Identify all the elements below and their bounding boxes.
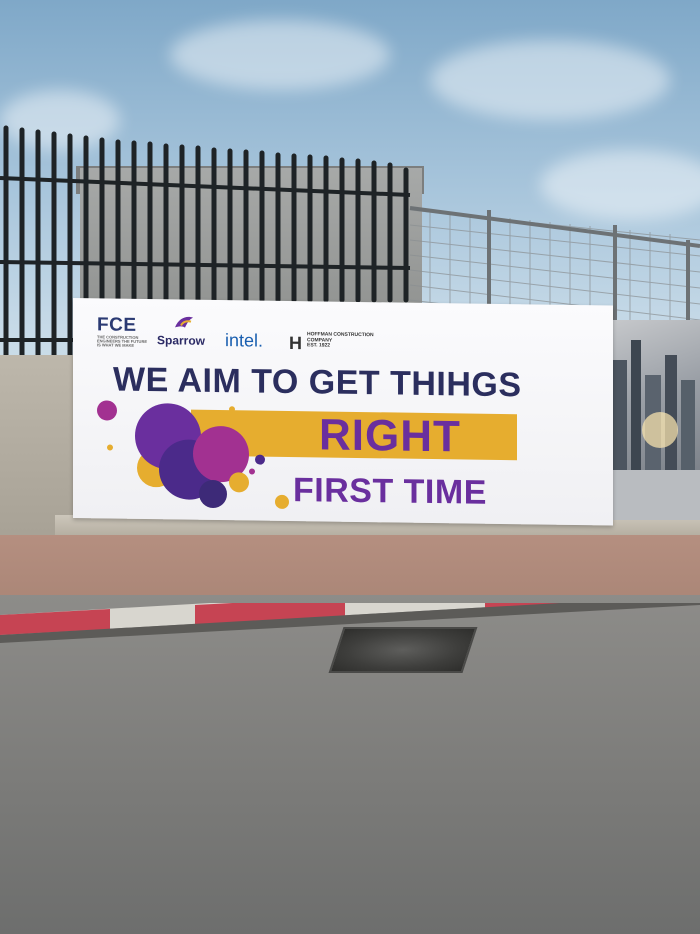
photo-scene: FCE THE CONSTRUCTION ENGINEERS THE FUTUR… (0, 0, 700, 934)
manhole-cover (328, 627, 478, 673)
construction-banner: FCE THE CONSTRUCTION ENGINEERS THE FUTUR… (73, 298, 613, 526)
sparrow-bird-icon (175, 316, 193, 328)
decor-circle (275, 494, 289, 510)
decor-circle (97, 400, 117, 421)
banner-city-graphic (605, 320, 700, 520)
decor-circle (249, 468, 255, 475)
banner-headline: WE AIM TO GET THIHGS (113, 360, 522, 405)
hoffman-logo: HOFFMAN CONSTRUCTION COMPANY EST. 1922 (307, 331, 377, 349)
sponsor-logos: FCE THE CONSTRUCTION ENGINEERS THE FUTUR… (95, 312, 395, 356)
decor-circle (199, 479, 227, 509)
hoffman-h-icon: H (289, 333, 302, 354)
intel-logo: intel. (225, 330, 264, 351)
hoffman-name: HOFFMAN CONSTRUCTION COMPANY (307, 331, 374, 344)
decor-circle (107, 444, 113, 451)
banner-subline: FIRST TIME (293, 471, 487, 512)
hoffman-sub: EST. 1922 (307, 342, 331, 349)
sparrow-logo: Sparrow (157, 333, 206, 348)
decor-circle (229, 472, 249, 493)
fce-tagline: THE CONSTRUCTION ENGINEERS THE FUTURE IS… (97, 334, 148, 348)
decor-circle (255, 454, 265, 465)
banner-highlight-word: RIGHT (319, 410, 461, 462)
decor-circle (229, 406, 235, 413)
